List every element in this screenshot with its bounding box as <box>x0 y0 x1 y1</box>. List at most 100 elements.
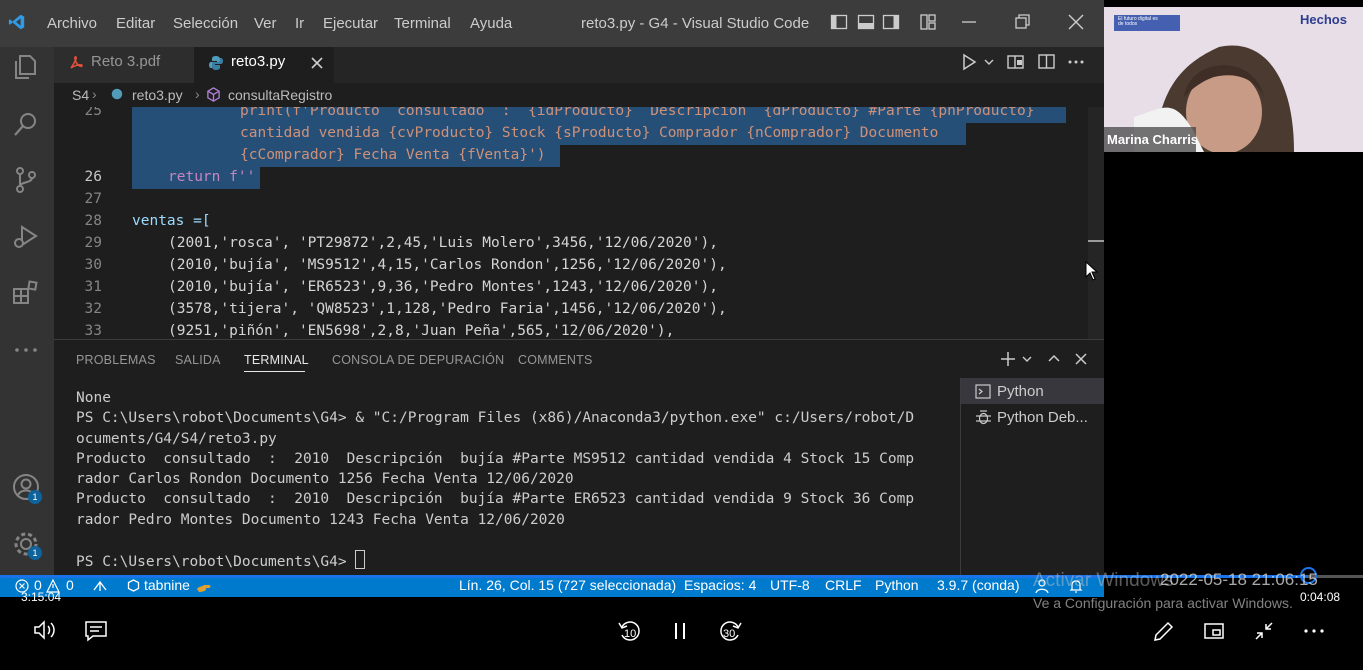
close-window-icon[interactable] <box>1067 13 1085 31</box>
toggle-secondary-sidebar-icon[interactable] <box>882 13 900 31</box>
code-line: print(f'Producto consultado : {idProduct… <box>240 107 1035 119</box>
settings-badge: 1 <box>28 546 42 560</box>
terminal-line: rador Pedro Montes Documento 1243 Fecha … <box>76 511 565 528</box>
line-number: 28 <box>84 213 102 229</box>
tab-consola-depuracion[interactable]: CONSOLA DE DEPURACIÓN <box>332 353 504 367</box>
pause-icon[interactable] <box>670 620 690 642</box>
terminal-prompt: PS C:\Users\robot\Documents\G4> <box>76 554 356 571</box>
line-number: 32 <box>84 301 102 317</box>
scrollbar-cursor-marker <box>1088 240 1104 242</box>
code-line: (9251,'piñón', 'EN5698',2,8,'Juan Peña',… <box>168 323 675 339</box>
pdf-file-icon <box>70 56 83 69</box>
tab-reto3-py[interactable]: reto3.py <box>194 47 334 83</box>
remaining-time: 0:04:08 <box>1300 590 1341 604</box>
source-control-icon[interactable] <box>11 165 41 195</box>
tab-label: Reto 3.pdf <box>91 53 161 70</box>
close-panel-icon[interactable] <box>1074 352 1088 366</box>
exit-fullscreen-icon[interactable] <box>1252 619 1276 643</box>
terminal-line: rador Carlos Rondon Documento 1256 Fecha… <box>76 471 574 488</box>
miniplayer-icon[interactable] <box>1202 619 1226 643</box>
terminal-prompt-line: PS C:\Users\robot\Documents\G4> <box>76 550 946 572</box>
extensions-icon[interactable] <box>11 278 41 308</box>
split-editor-icon[interactable] <box>1037 53 1057 71</box>
tab-reto3-pdf[interactable]: Reto 3.pdf <box>54 47 194 83</box>
breadcrumb-symbol[interactable]: consultaRegistro <box>228 87 332 103</box>
active-tab-underline <box>244 371 305 372</box>
code-editor[interactable]: 25 print(f'Producto consultado : {idProd… <box>54 107 1104 339</box>
mouse-cursor-icon <box>1085 261 1099 281</box>
menu-ayuda[interactable]: Ayuda <box>470 15 512 32</box>
editor-scrollbar[interactable] <box>1088 107 1104 339</box>
explorer-icon[interactable] <box>11 52 41 82</box>
toggle-sidebar-icon[interactable] <box>830 13 848 31</box>
more-actions-icon[interactable] <box>1066 53 1086 71</box>
menu-archivo[interactable]: Archivo <box>47 15 97 32</box>
terminal-line: Producto consultado : 2010 Descripción b… <box>76 491 915 508</box>
edit-pencil-icon[interactable] <box>1152 619 1176 643</box>
terminal-line: None <box>76 390 111 406</box>
menu-seleccion[interactable]: Selección <box>173 15 238 32</box>
code-line: (3578,'tijera', 'QW8523',1,128,'Pedro Fa… <box>168 301 727 317</box>
volume-icon[interactable] <box>33 619 57 641</box>
more-options-icon[interactable] <box>1302 619 1326 643</box>
customize-layout-icon[interactable] <box>919 13 937 31</box>
activate-windows-title: Activar Windows <box>1033 570 1174 591</box>
menu-ejecutar[interactable]: Ejecutar <box>323 15 378 32</box>
menu-ir[interactable]: Ir <box>295 15 304 32</box>
terminal-profile-chevron-down-icon[interactable] <box>1021 353 1033 365</box>
maximize-panel-chevron-up-icon[interactable] <box>1047 352 1061 366</box>
run-debug-icon[interactable] <box>11 221 41 251</box>
python-file-icon <box>209 56 223 70</box>
skip-forward-seconds: 30 <box>723 628 736 640</box>
line-number: 33 <box>84 323 102 339</box>
activate-windows-subtitle: Ve a Configuración para activar Windows. <box>1033 595 1293 611</box>
bottom-panel: PROBLEMAS SALIDA TERMINAL CONSOLA DE DEP… <box>54 339 1104 576</box>
line-number: 27 <box>84 191 102 207</box>
line-number: 31 <box>84 279 102 295</box>
breadcrumb-separator: › <box>92 86 97 102</box>
terminal-line: PS C:\Users\robot\Documents\G4> & "C:/Pr… <box>76 410 915 427</box>
more-views-icon[interactable] <box>11 335 41 365</box>
tab-salida[interactable]: SALIDA <box>175 353 221 367</box>
terminal-output[interactable]: None PS C:\Users\robot\Documents\G4> & "C… <box>76 388 946 573</box>
slide-tag: El futuro digital es de todos <box>1118 16 1158 27</box>
participant-name: Marina Charris <box>1107 132 1199 147</box>
captions-icon[interactable] <box>84 620 108 642</box>
restore-icon[interactable] <box>1014 13 1032 31</box>
recording-timestamp: 2022-05-18 21:06:15 <box>1160 570 1318 589</box>
close-tab-icon[interactable] <box>310 56 324 70</box>
activity-bar: 1 1 <box>0 47 54 575</box>
tab-comments[interactable]: COMMENTS <box>518 353 593 367</box>
menu-ver[interactable]: Ver <box>254 15 277 32</box>
line-number: 30 <box>84 257 102 273</box>
code-line: (2010,'bujía', 'MS9512',4,15,'Carlos Ron… <box>168 257 727 273</box>
breadcrumb-file[interactable]: reto3.py <box>132 87 183 103</box>
toggle-panel-icon[interactable] <box>857 13 875 31</box>
tab-label: reto3.py <box>231 53 286 70</box>
breadcrumb-folder[interactable]: S4 <box>72 87 89 103</box>
line-number: 25 <box>84 107 102 119</box>
terminal-cursor <box>355 550 366 570</box>
method-symbol-icon <box>207 87 220 102</box>
terminal-icon <box>975 384 991 399</box>
breadcrumb: S4 › reto3.py › consultaRegistro <box>54 83 1104 107</box>
tab-terminal[interactable]: TERMINAL <box>244 353 309 367</box>
run-python-file-icon[interactable] <box>960 53 980 71</box>
terminal-session-python-debug[interactable]: Python Deb... <box>997 409 1088 426</box>
search-icon[interactable] <box>11 109 41 139</box>
code-line: cantidad vendida {cvProducto} Stock {sPr… <box>240 125 939 141</box>
open-preview-icon[interactable] <box>1006 53 1026 71</box>
vscode-logo-icon <box>8 14 25 30</box>
menu-editar[interactable]: Editar <box>116 15 155 32</box>
editor-tabs: Reto 3.pdf reto3.py <box>54 47 1104 83</box>
terminal-line: ocuments/G4/S4/reto3.py <box>76 430 277 447</box>
new-terminal-plus-icon[interactable] <box>1000 351 1016 367</box>
tab-problemas[interactable]: PROBLEMAS <box>76 353 156 367</box>
menu-terminal[interactable]: Terminal <box>394 15 451 32</box>
minimize-icon[interactable] <box>960 13 978 31</box>
run-options-chevron-down-icon[interactable] <box>983 56 995 68</box>
terminal-line: Producto consultado : 2010 Descripción b… <box>76 450 915 467</box>
slide-logo: Hechos <box>1300 12 1347 27</box>
debug-bug-icon <box>976 410 991 425</box>
